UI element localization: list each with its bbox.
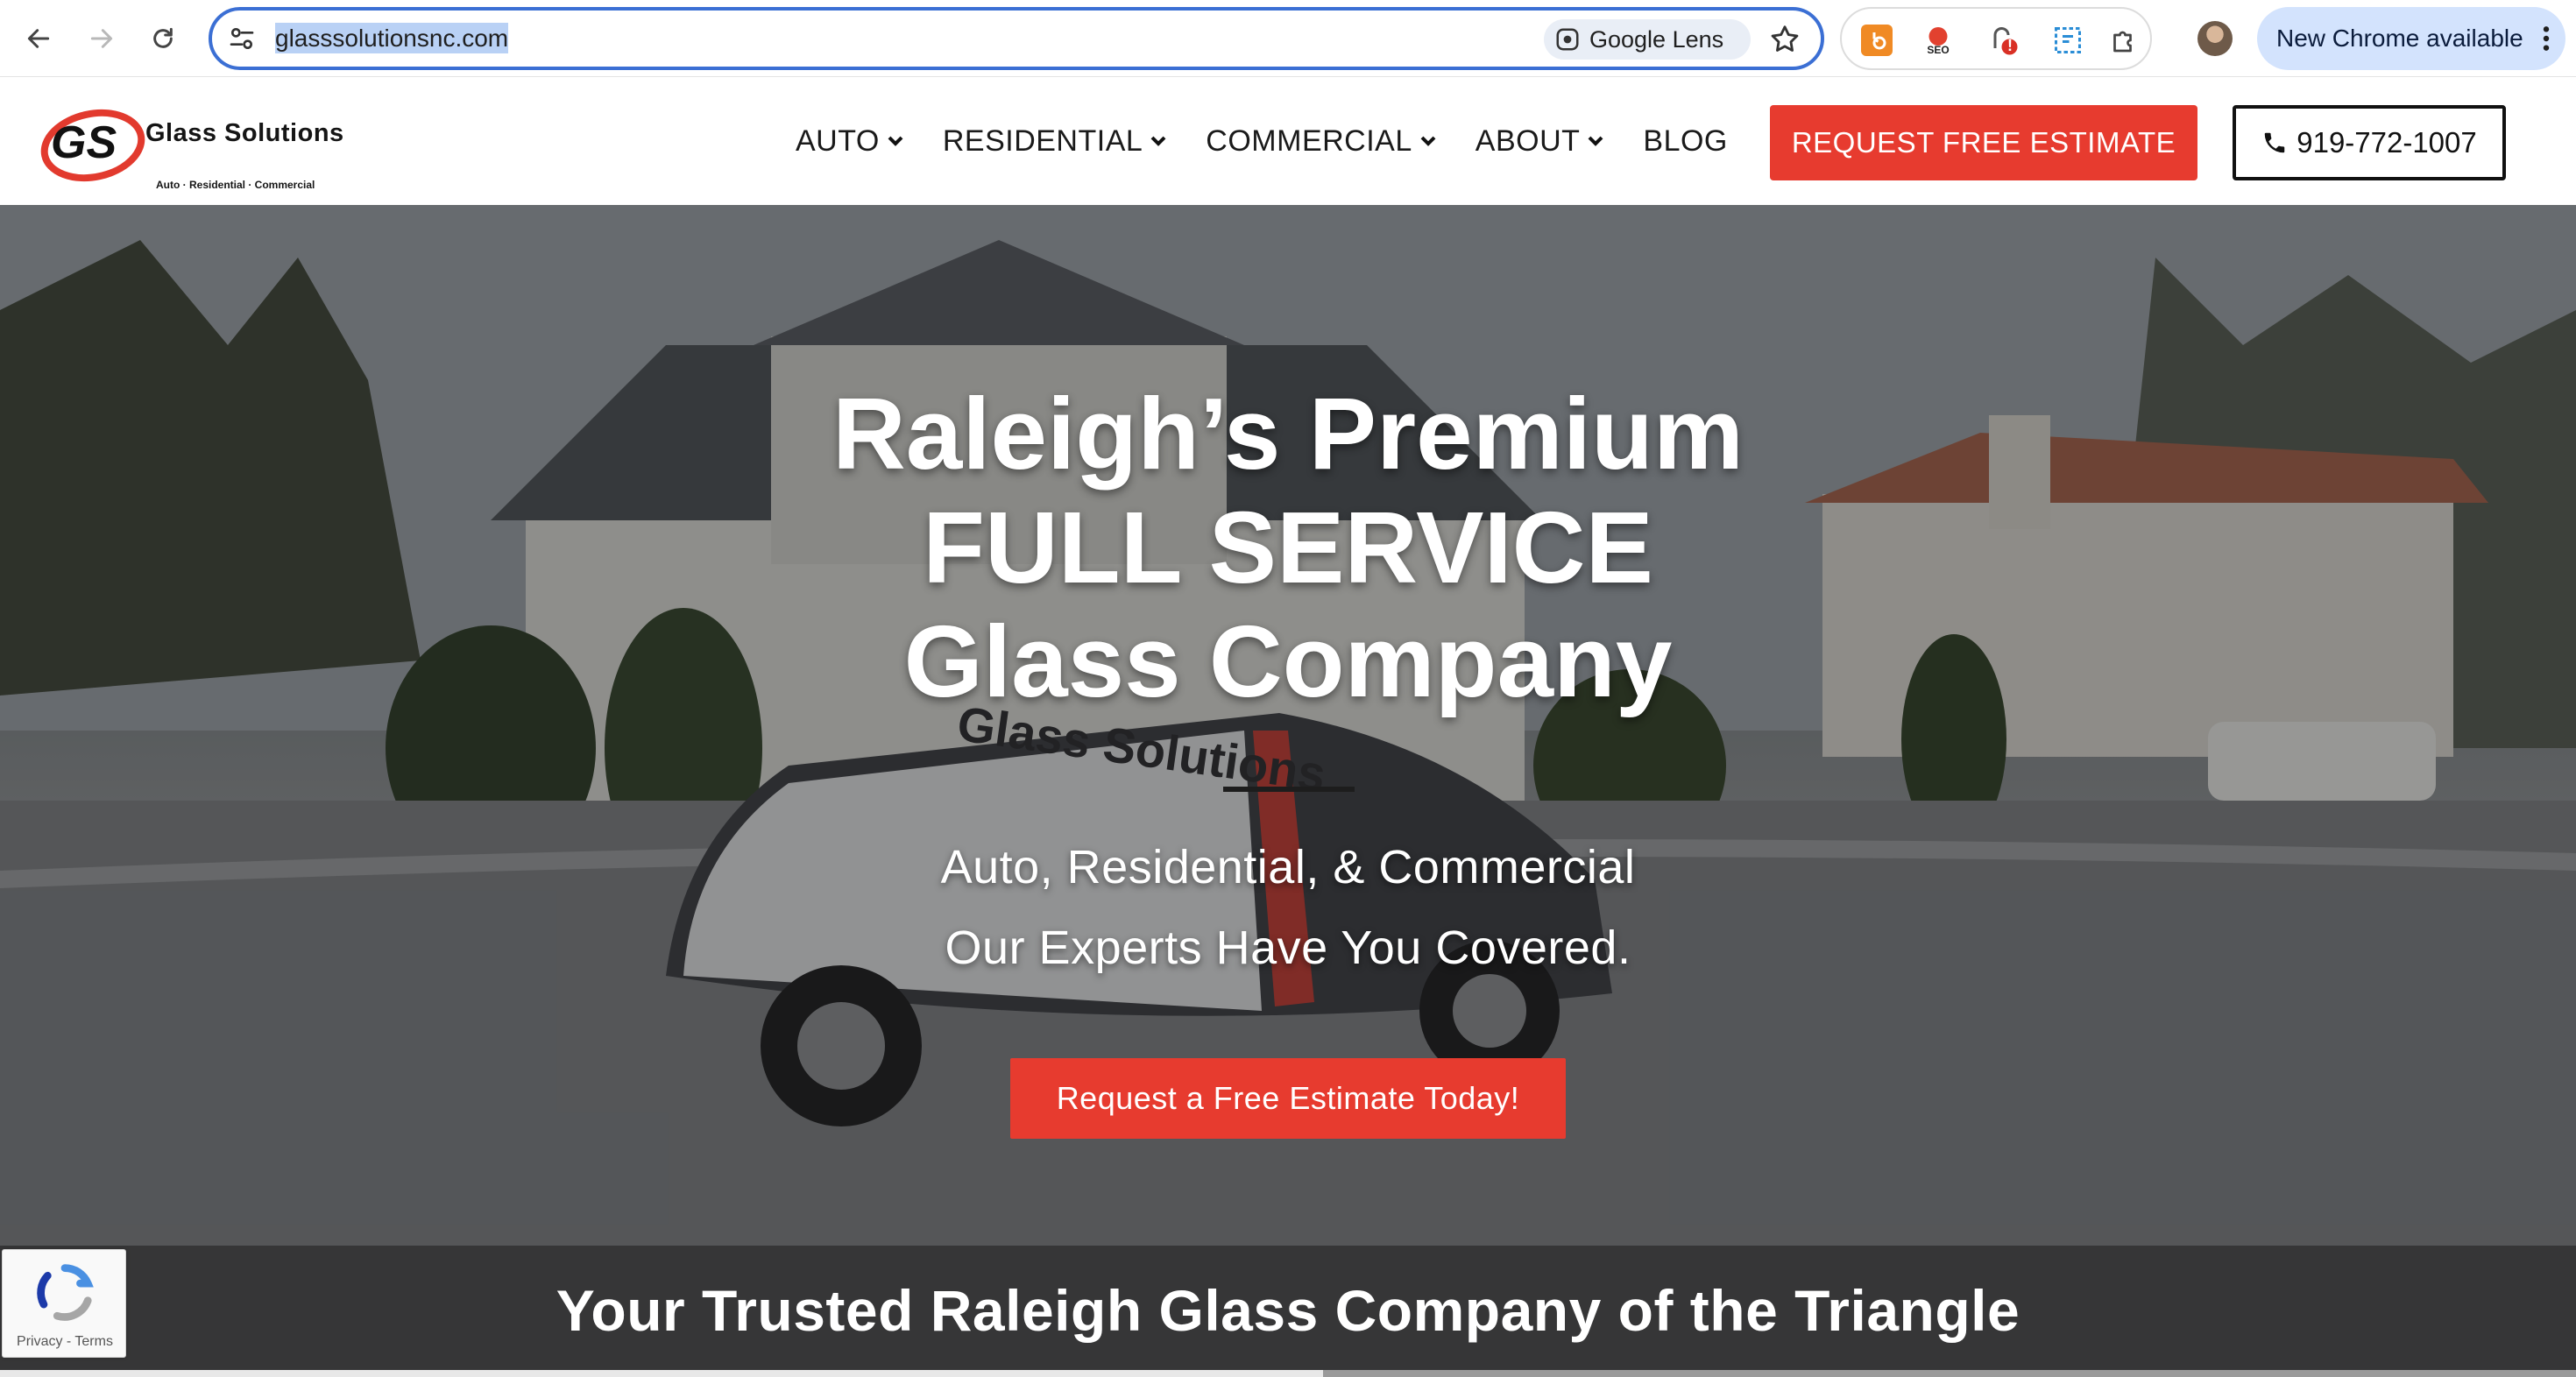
lens-icon (1556, 28, 1579, 51)
chevron-down-icon (1588, 136, 1603, 146)
update-label: New Chrome available (2276, 25, 2523, 52)
arrow-left-icon (27, 29, 50, 48)
chevron-down-icon (1420, 136, 1436, 146)
url-text[interactable]: glasssolutionsnc.com (275, 21, 509, 56)
reload-icon (153, 27, 173, 48)
trusted-company-band: Your Trusted Raleigh Glass Company of th… (0, 1246, 2576, 1377)
logo-name: Glass Solutions (145, 119, 344, 147)
back-button[interactable] (14, 14, 63, 63)
puzzle-extensions-icon[interactable] (2108, 25, 2140, 56)
nav-residential-label: RESIDENTIAL (942, 124, 1143, 158)
nav-auto[interactable]: AUTO (796, 124, 904, 159)
reload-button[interactable] (138, 14, 188, 63)
nav-auto-label: AUTO (796, 124, 880, 158)
google-lens-button[interactable]: Google Lens (1544, 19, 1751, 60)
hero-divider (1223, 787, 1355, 792)
recaptcha-privacy-link[interactable]: Privacy (17, 1334, 62, 1349)
alert-extension-icon[interactable]: ! (1987, 25, 2019, 56)
phone-button[interactable]: 919-772-1007 (2233, 105, 2506, 180)
nav-blog[interactable]: BLOG (1643, 124, 1727, 159)
nav-blog-label: BLOG (1643, 124, 1728, 158)
forward-button[interactable] (77, 14, 126, 63)
hero-subtitle: Auto, Residential, & Commercial Our Expe… (675, 827, 1901, 988)
hero-title-line: Raleigh’s Premium (832, 377, 1744, 491)
new-chrome-available-button[interactable]: New Chrome available (2257, 7, 2565, 70)
band-divider (1323, 1370, 2576, 1377)
address-bar[interactable]: glasssolutionsnc.com Google Lens (209, 7, 1824, 70)
hero-subtitle-line: Our Experts Have You Covered. (945, 922, 1631, 974)
phone-icon (2264, 132, 2285, 153)
nav-commercial[interactable]: COMMERCIAL (1206, 124, 1436, 159)
logo-mark-text: GS (51, 117, 117, 168)
extension-badge: ! (2007, 37, 2013, 54)
estimate-button-label: REQUEST FREE ESTIMATE (1791, 126, 2176, 159)
bookmark-star-icon[interactable] (1768, 23, 1801, 56)
hero-estimate-button[interactable]: Request a Free Estimate Today! (1010, 1058, 1566, 1139)
site-settings-icon[interactable] (228, 25, 256, 53)
request-free-estimate-button[interactable]: REQUEST FREE ESTIMATE (1770, 105, 2197, 180)
nav-about-label: ABOUT (1475, 124, 1581, 158)
seo-extension-icon[interactable]: SEO (1922, 25, 1954, 56)
nav-commercial-label: COMMERCIAL (1206, 124, 1412, 158)
more-vert-icon (2543, 26, 2550, 51)
hero-title: Raleigh’s Premium FULL SERVICE Glass Com… (499, 377, 2077, 718)
google-lens-label: Google Lens (1589, 25, 1724, 53)
hero-title-line: FULL SERVICE (923, 491, 1653, 604)
chevron-down-icon (1150, 136, 1166, 146)
recaptcha-terms-link[interactable]: Terms (74, 1334, 113, 1349)
chevron-down-icon (888, 136, 903, 146)
browser-toolbar: glasssolutionsnc.com Google Lens SEO ! N… (0, 0, 2576, 77)
recaptcha-badge[interactable]: Privacy - Terms (2, 1249, 126, 1358)
band-divider (0, 1370, 1323, 1377)
extensions-group: SEO ! (1840, 7, 2152, 70)
nav-about[interactable]: ABOUT (1476, 124, 1605, 159)
recaptcha-icon (37, 1264, 94, 1321)
hero-subtitle-line: Auto, Residential, & Commercial (940, 841, 1636, 893)
nav-residential[interactable]: RESIDENTIAL (943, 124, 1167, 159)
hubspot-extension-icon[interactable] (1861, 25, 1893, 56)
site-header: GS Glass Solutions Auto · Residential · … (0, 77, 2576, 205)
hero-section: Glass Solutions Raleigh’s Premium FULL S… (0, 205, 2576, 1247)
profile-avatar[interactable] (2197, 21, 2233, 56)
recaptcha-separator: - (62, 1334, 75, 1349)
band-title: Your Trusted Raleigh Glass Company of th… (556, 1278, 2020, 1343)
hero-title-line: Glass Company (903, 604, 1673, 718)
arrow-right-icon (90, 29, 113, 48)
site-logo[interactable]: GS Glass Solutions Auto · Residential · … (39, 102, 354, 191)
recaptcha-links: Privacy - Terms (3, 1334, 127, 1350)
svg-text:SEO: SEO (1927, 44, 1949, 56)
phone-number: 919-772-1007 (2296, 126, 2477, 159)
capture-extension-icon[interactable] (2052, 25, 2084, 56)
main-nav: AUTO RESIDENTIAL COMMERCIAL ABOUT BLOG (796, 119, 1728, 163)
logo-tagline: Auto · Residential · Commercial (156, 179, 315, 191)
gs-logo-icon: GS (40, 109, 145, 182)
hero-cta-label: Request a Free Estimate Today! (1056, 1080, 1520, 1116)
